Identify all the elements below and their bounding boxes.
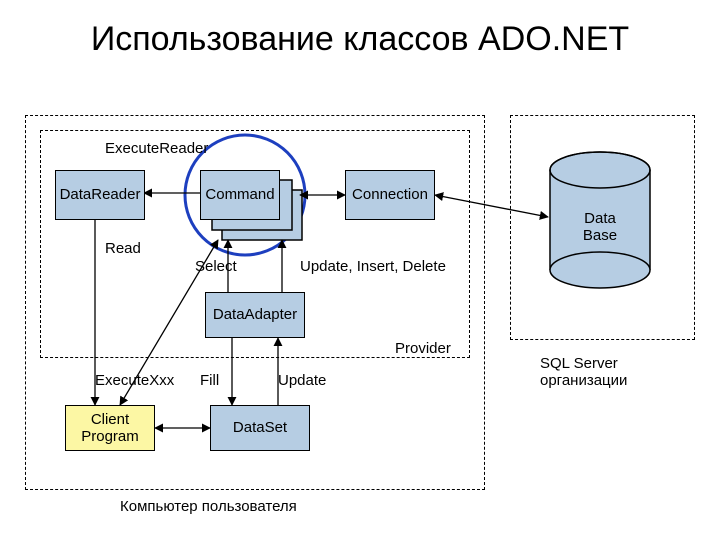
label-update: Update [278, 372, 326, 389]
box-datareader: DataReader [55, 170, 145, 220]
label-read: Read [105, 240, 141, 257]
label-provider: Provider [395, 340, 451, 357]
box-connection: Connection [345, 170, 435, 220]
box-command: Command [200, 170, 280, 220]
box-dataset: DataSet [210, 405, 310, 451]
label-executexxx: ExecuteXxx [95, 372, 174, 389]
label-executereader: ExecuteReader [105, 140, 208, 157]
label-select: Select [195, 258, 237, 275]
label-fill: Fill [200, 372, 219, 389]
box-dataadapter: DataAdapter [205, 292, 305, 338]
database-label: Data Base [575, 210, 625, 244]
label-update-insert-delete: Update, Insert, Delete [300, 258, 446, 275]
box-client-program: Client Program [65, 405, 155, 451]
label-user-computer: Компьютер пользователя [120, 498, 297, 515]
label-sql-server: SQL Server организации [540, 355, 690, 389]
